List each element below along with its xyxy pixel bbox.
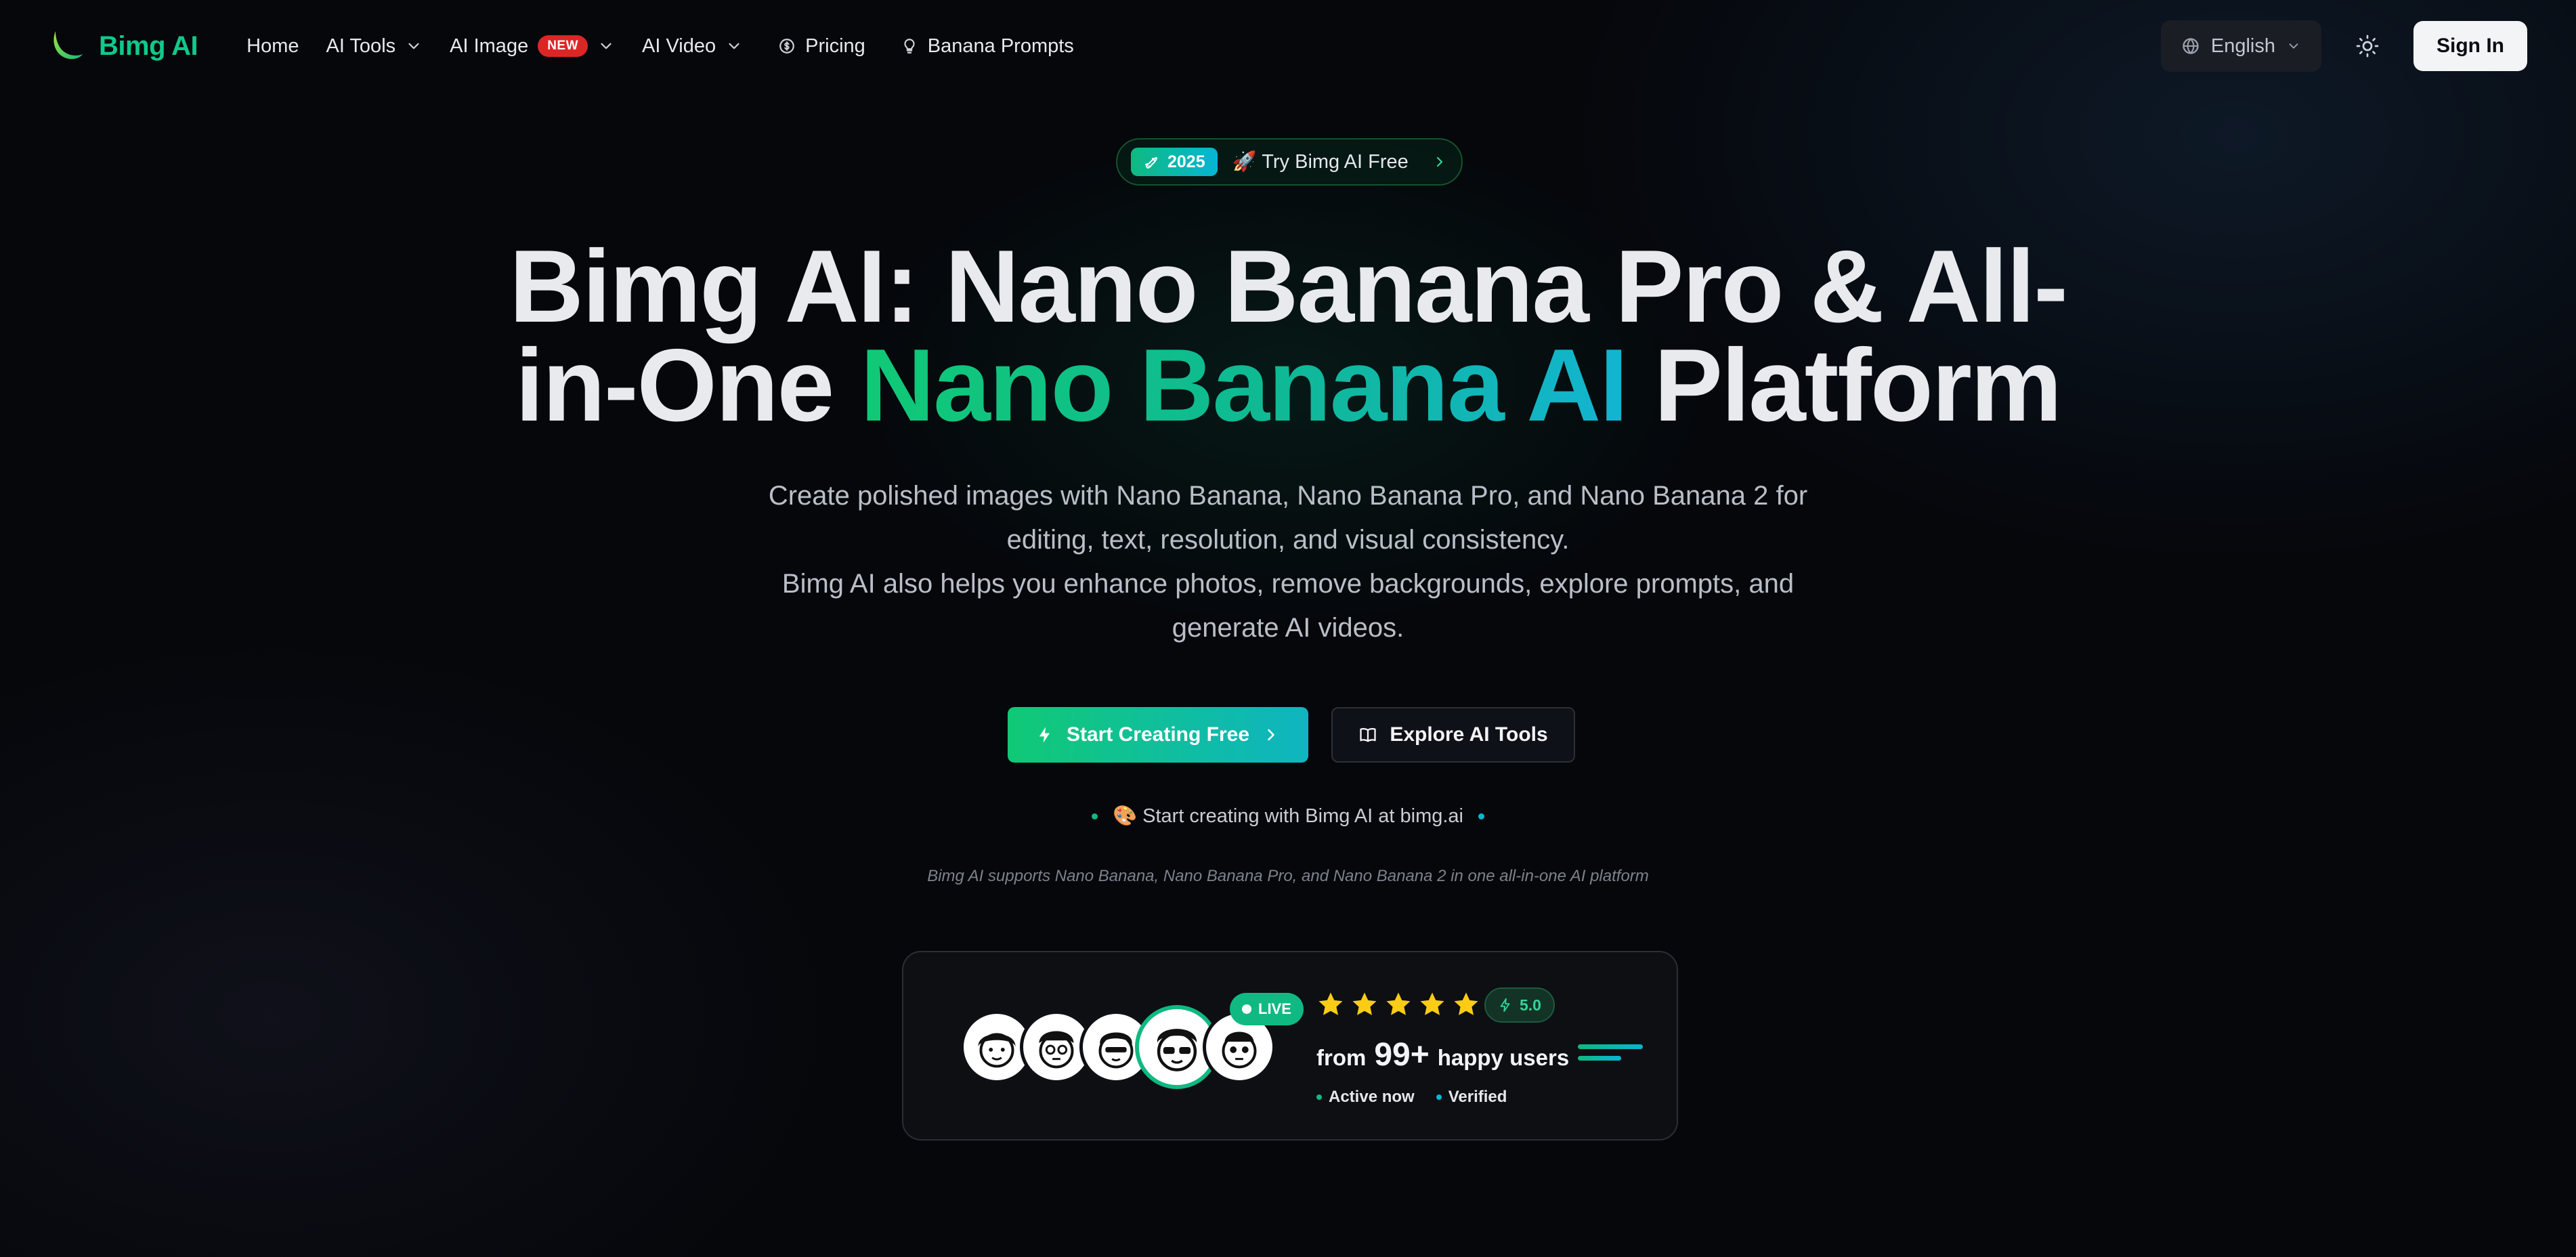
hero-subtitle: Create polished images with Nano Banana,…	[745, 474, 1831, 650]
star-rating	[1316, 990, 1480, 1019]
hero-title-highlight: Nano Banana AI	[860, 328, 1628, 443]
start-creating-label: Start Creating Free	[1066, 723, 1250, 746]
users-prefix: from	[1316, 1045, 1367, 1070]
chevron-down-icon	[601, 43, 611, 49]
dot-decoration	[1478, 813, 1485, 819]
users-suffix: happy users	[1437, 1045, 1570, 1070]
decorative-bars	[1578, 1044, 1643, 1061]
chevron-down-icon	[729, 43, 739, 49]
live-dot	[1242, 1004, 1251, 1014]
hero-title: Bimg AI: Nano Banana Pro & All- in-One N…	[0, 235, 2576, 437]
pill-text: 🚀 Try Bimg AI Free	[1232, 151, 1409, 173]
rating-value: 5.0	[1520, 996, 1541, 1014]
theme-toggle-button[interactable]	[2353, 31, 2382, 61]
nav-ai-image-label: AI Image	[450, 35, 529, 57]
language-select[interactable]: English	[2160, 20, 2321, 72]
nav-home[interactable]: Home	[246, 35, 299, 58]
rocket-icon	[1145, 157, 1157, 169]
globe-icon	[2183, 37, 2199, 55]
status-dot	[1316, 1094, 1322, 1100]
logo-link[interactable]: Bimg AI	[49, 28, 198, 64]
status-row: Active now Verified	[1316, 1088, 1507, 1107]
star-icon	[1454, 992, 1478, 1015]
social-proof-card: LIVE 5.0 from 99+ happy users Active now…	[902, 951, 1678, 1141]
sun-icon	[2356, 35, 2379, 58]
star-icon	[1352, 992, 1377, 1015]
hero-title-line1: Bimg AI: Nano Banana Pro & All-	[509, 229, 2068, 344]
top-navbar: Bimg AI Home AI Tools AI Image NEW AI Vi…	[0, 0, 2576, 92]
hero-title-line2-end: Platform	[1627, 328, 2063, 443]
nav-right: English Sign In	[2160, 20, 2527, 72]
hero-subtitle-p2: Bimg AI also helps you enhance photos, r…	[781, 569, 1795, 643]
dollar-icon	[779, 39, 794, 54]
status-active: Active now	[1316, 1088, 1415, 1107]
bolt-icon	[1039, 727, 1050, 743]
decorative-bar	[1578, 1056, 1621, 1061]
sign-in-button[interactable]: Sign In	[2413, 21, 2527, 71]
nav-ai-video-label: AI Video	[642, 35, 716, 57]
bolt-icon	[1500, 998, 1510, 1013]
status-dot	[1436, 1094, 1442, 1100]
nav-ai-video[interactable]: AI Video	[642, 35, 743, 58]
nav-pricing[interactable]: Pricing	[778, 35, 865, 58]
decorative-bar	[1578, 1044, 1643, 1049]
star-icon	[1420, 992, 1444, 1015]
nav-banana-prompts[interactable]: Banana Prompts	[901, 35, 1074, 58]
chevron-right-icon	[1268, 729, 1274, 741]
explore-tools-button[interactable]: Explore AI Tools	[1331, 707, 1575, 763]
year-badge: 2025	[1131, 148, 1218, 176]
hero-subtitle-p1: Create polished images with Nano Banana,…	[768, 481, 1808, 555]
users-count-line: from 99+ happy users	[1316, 1036, 1569, 1073]
nav-ai-tools-label: AI Tools	[326, 35, 396, 57]
star-icon	[1386, 992, 1411, 1015]
start-creating-button[interactable]: Start Creating Free	[1008, 707, 1308, 763]
logo-mark-icon	[53, 31, 83, 60]
status-verified: Verified	[1436, 1088, 1507, 1107]
note-text: 🎨 Start creating with Bimg AI at bimg.ai	[1112, 805, 1464, 827]
live-badge: LIVE	[1230, 993, 1304, 1025]
chevron-down-icon	[2289, 43, 2298, 49]
announcement-pill[interactable]: 2025 🚀 Try Bimg AI Free	[1116, 138, 1463, 186]
nav-links: Home AI Tools AI Image NEW AI Video Pric…	[246, 35, 1074, 58]
star-icon	[1318, 992, 1343, 1015]
live-label: LIVE	[1258, 1000, 1291, 1017]
hero-caption: Bimg AI supports Nano Banana, Nano Banan…	[927, 867, 1649, 885]
nav-banana-prompts-label: Banana Prompts	[927, 35, 1074, 57]
hero-title-line2-start: in-One	[515, 328, 861, 443]
nav-pricing-label: Pricing	[805, 35, 865, 57]
status-verified-label: Verified	[1448, 1088, 1507, 1106]
rating-badge: 5.0	[1484, 987, 1555, 1023]
users-count: 99+	[1374, 1037, 1430, 1073]
new-badge: NEW	[538, 35, 588, 57]
chevron-right-icon	[1436, 156, 1443, 167]
nav-ai-tools[interactable]: AI Tools	[326, 35, 423, 58]
dot-decoration	[1091, 813, 1098, 819]
chevron-down-icon	[408, 43, 419, 49]
nav-ai-image[interactable]: AI Image NEW	[450, 35, 615, 58]
logo-text: Bimg AI	[99, 30, 198, 61]
year-label: 2025	[1167, 152, 1205, 171]
status-active-label: Active now	[1329, 1088, 1415, 1106]
book-icon	[1360, 727, 1376, 742]
cta-row: Start Creating Free Explore AI Tools	[1008, 707, 1575, 763]
explore-tools-label: Explore AI Tools	[1390, 723, 1548, 746]
nav-home-label: Home	[246, 35, 299, 57]
note-line: 🎨 Start creating with Bimg AI at bimg.ai	[0, 805, 2576, 828]
language-label: English	[2210, 35, 2275, 57]
lightbulb-icon	[904, 39, 915, 54]
